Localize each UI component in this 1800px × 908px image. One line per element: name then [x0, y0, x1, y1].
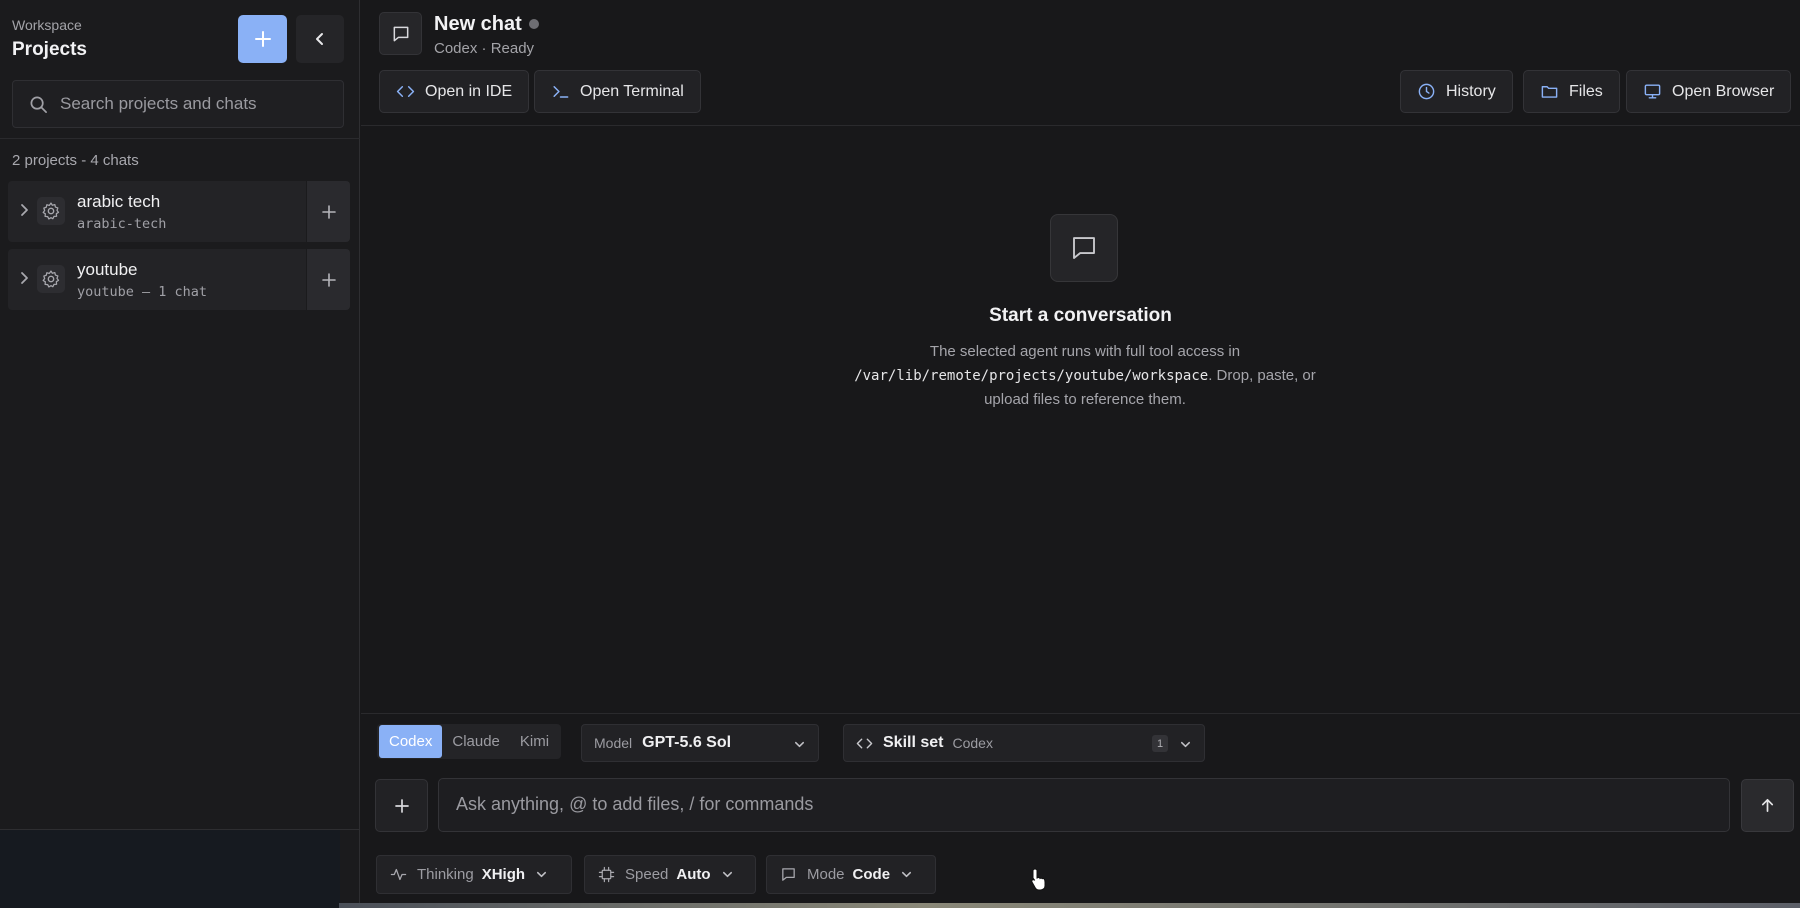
- open-in-ide-label: Open in IDE: [425, 82, 513, 100]
- cursor-icon: [1031, 868, 1046, 891]
- chevron-down-icon: [537, 871, 547, 878]
- agent-selector: Codex Claude Kimi: [377, 724, 562, 759]
- skill-set-value: Codex: [952, 735, 993, 751]
- cpu-icon: [598, 866, 615, 883]
- chevron-right-icon[interactable]: [18, 203, 30, 217]
- agent-tab-kimi[interactable]: Kimi: [510, 725, 559, 758]
- model-value: GPT-5.6 Sol: [642, 734, 732, 751]
- project-item-youtube[interactable]: youtube youtube – 1 chat: [8, 249, 350, 310]
- chat-bubble-icon: [379, 12, 422, 55]
- empty-state-title: Start a conversation: [989, 305, 1172, 326]
- agent-tab-codex[interactable]: Codex: [379, 725, 443, 758]
- history-button[interactable]: History: [1400, 70, 1513, 113]
- empty-state-description: The selected agent runs with full tool a…: [835, 340, 1335, 412]
- gear-icon: [37, 265, 65, 293]
- folder-icon: [1541, 86, 1558, 98]
- project-chat-counts: 2 projects - 4 chats: [12, 152, 139, 169]
- plus-icon: [394, 798, 409, 813]
- chevron-right-icon[interactable]: [18, 271, 30, 285]
- skill-set-select[interactable]: Skill set Codex 1: [843, 724, 1205, 762]
- search-icon: [30, 96, 47, 113]
- attach-button[interactable]: [375, 779, 428, 832]
- status-dot: [529, 19, 539, 29]
- activity-icon: [390, 868, 407, 881]
- project-slug: youtube – 1 chat: [77, 284, 208, 300]
- open-browser-label: Open Browser: [1672, 82, 1775, 100]
- sidebar-footer: [0, 830, 340, 908]
- skill-count-badge: 1: [1152, 735, 1168, 752]
- prompt-input[interactable]: [439, 779, 1729, 831]
- code-icon: [396, 85, 415, 98]
- chat-bubble-icon: [1050, 214, 1118, 282]
- skill-set-label: Skill set: [883, 734, 944, 751]
- header-divider: [361, 125, 1800, 126]
- search-input[interactable]: [60, 94, 330, 114]
- model-select[interactable]: Model GPT-5.6 Sol: [581, 724, 819, 762]
- clock-icon: [1418, 83, 1435, 100]
- code-icon: [856, 738, 873, 748]
- monitor-icon: [1644, 84, 1661, 99]
- bottom-strip: [339, 903, 1800, 908]
- model-label: Model: [594, 735, 633, 751]
- project-item-arabic-tech[interactable]: arabic tech arabic-tech: [8, 181, 350, 242]
- chat-bubble-icon: [782, 868, 795, 881]
- workspace-path: /var/lib/remote/projects/youtube/workspa…: [854, 368, 1209, 384]
- open-terminal-button[interactable]: Open Terminal: [534, 70, 701, 113]
- chevron-down-icon: [1180, 741, 1191, 748]
- chat-subtitle: Codex · Ready: [434, 40, 535, 57]
- workspace-label: Workspace: [12, 17, 82, 33]
- sidebar: Workspace Projects 2 projects - 4 chats …: [0, 0, 360, 908]
- thinking-label: Thinking: [417, 866, 474, 883]
- agent-tab-claude[interactable]: Claude: [442, 725, 510, 758]
- open-browser-button[interactable]: Open Browser: [1626, 70, 1792, 113]
- chevron-left-icon: [316, 33, 323, 45]
- gear-icon: [37, 197, 65, 225]
- speed-label: Speed: [625, 866, 669, 883]
- sidebar-divider: [0, 138, 360, 139]
- chevron-down-icon: [722, 871, 732, 878]
- search-box: [12, 80, 344, 128]
- open-in-ide-button[interactable]: Open in IDE: [379, 70, 530, 113]
- files-button[interactable]: Files: [1523, 70, 1620, 113]
- plus-icon: [321, 204, 336, 219]
- project-slug: arabic-tech: [77, 216, 167, 232]
- mode-value: Code: [852, 866, 891, 883]
- open-terminal-label: Open Terminal: [580, 82, 684, 100]
- collapse-sidebar-button[interactable]: [296, 15, 344, 63]
- prompt-box: [438, 778, 1730, 832]
- speed-value: Auto: [676, 866, 711, 883]
- chevron-down-icon: [794, 741, 805, 748]
- history-label: History: [1446, 82, 1496, 100]
- chevron-down-icon: [902, 871, 912, 878]
- plus-icon: [254, 31, 271, 47]
- project-name: arabic tech: [77, 192, 161, 211]
- chat-main: New chat Codex · Ready Open in IDE Open …: [339, 0, 1800, 908]
- send-button[interactable]: [1741, 779, 1794, 832]
- sidebar-title: Projects: [12, 39, 87, 60]
- new-project-button[interactable]: [238, 15, 287, 63]
- chat-title: New chat: [434, 13, 522, 35]
- mode-select[interactable]: Mode Code: [766, 855, 936, 894]
- composer-divider: [361, 713, 1800, 714]
- mode-label: Mode: [807, 866, 845, 883]
- files-label: Files: [1569, 82, 1603, 100]
- new-chat-in-project-button[interactable]: [306, 249, 350, 310]
- empty-state-desc-before: The selected agent runs with full tool a…: [929, 343, 1241, 360]
- arrow-up-icon: [1761, 798, 1774, 813]
- thinking-value: XHigh: [481, 866, 526, 883]
- terminal-icon: [553, 85, 569, 98]
- new-chat-in-project-button[interactable]: [306, 181, 350, 242]
- thinking-select[interactable]: Thinking XHigh: [376, 855, 572, 894]
- project-name: youtube: [77, 260, 138, 279]
- speed-select[interactable]: Speed Auto: [584, 855, 756, 894]
- plus-icon: [321, 272, 336, 287]
